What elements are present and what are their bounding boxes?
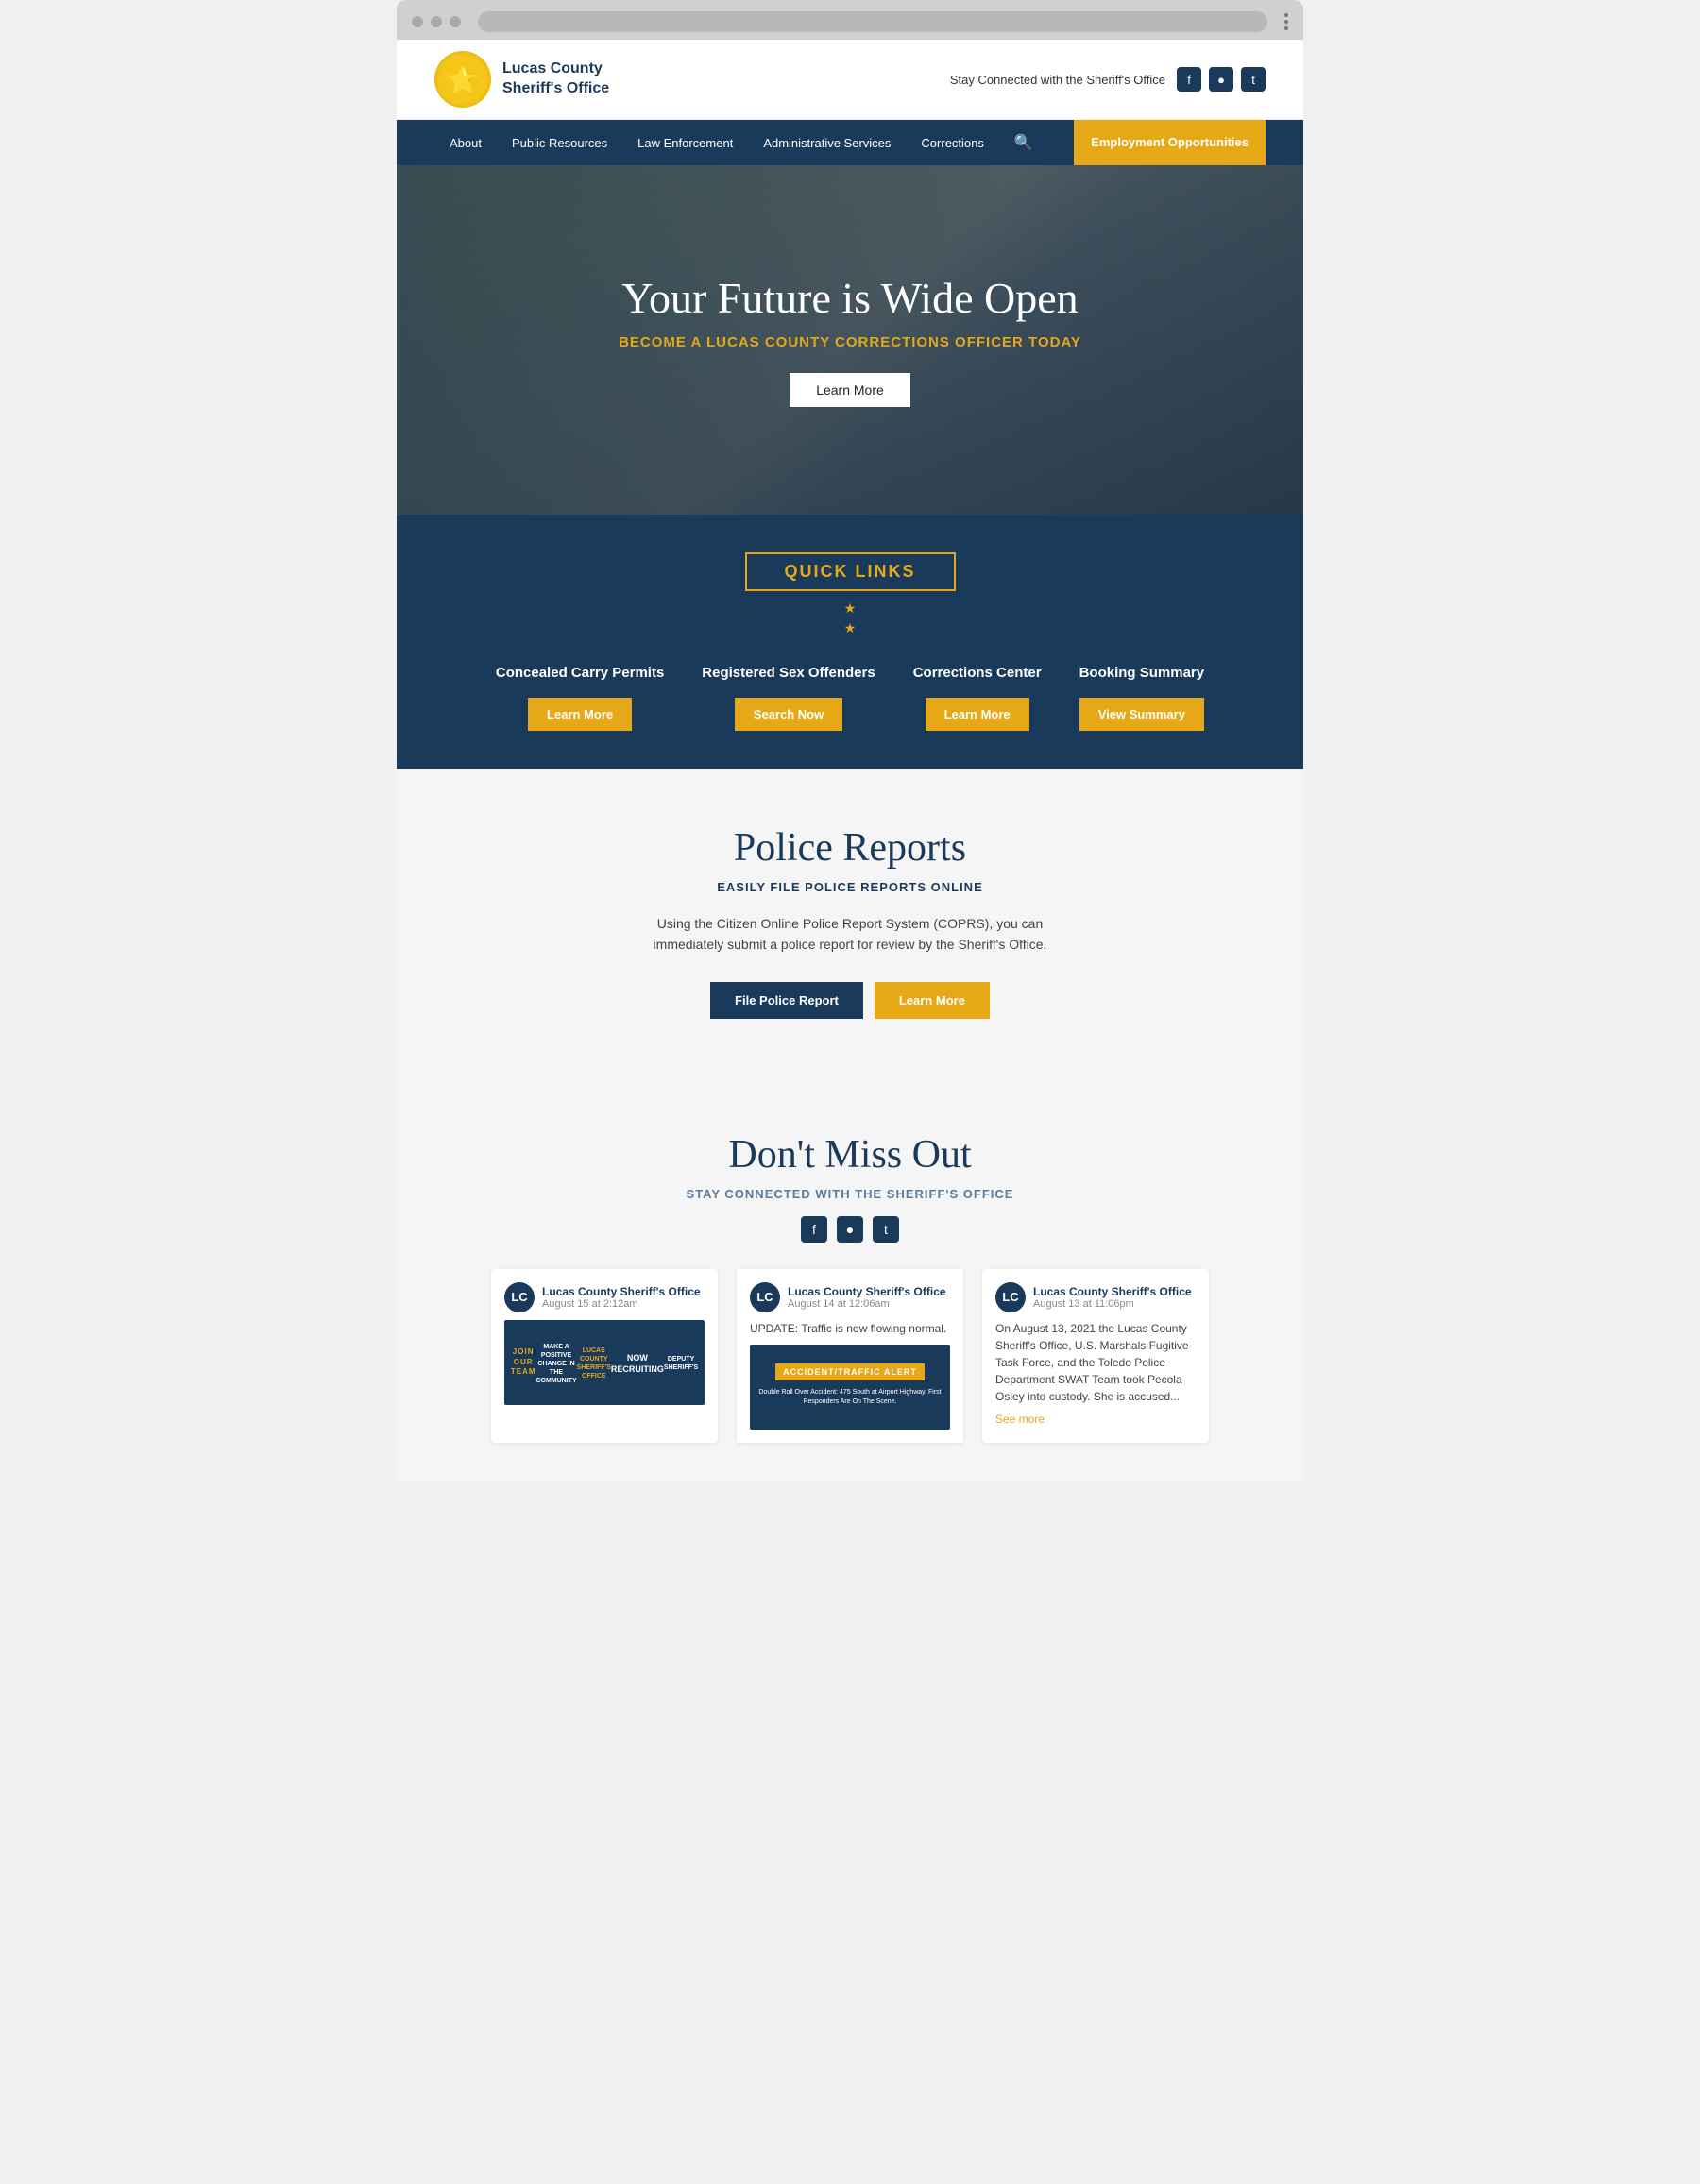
nav-item-public-resources[interactable]: Public Resources	[497, 123, 622, 163]
feed-card-2-header: LC Lucas County Sheriff's Office August …	[750, 1282, 950, 1312]
feed-image-2: ACCIDENT/TRAFFIC ALERT Double Roll Over …	[750, 1345, 950, 1430]
police-reports-buttons: File Police Report Learn More	[434, 982, 1266, 1019]
feed-card-2: LC Lucas County Sheriff's Office August …	[737, 1269, 963, 1443]
feed-avatar-1: LC	[504, 1282, 535, 1312]
feed-text-3: On August 13, 2021 the Lucas County Sher…	[995, 1320, 1196, 1405]
feed-card-1: LC Lucas County Sheriff's Office August …	[491, 1269, 718, 1443]
quick-links-title: QUICK LINKS	[785, 562, 916, 582]
sex-offenders-button[interactable]: Search Now	[735, 698, 842, 731]
employment-opportunities-button[interactable]: Employment Opportunities	[1074, 120, 1266, 165]
accident-text: Double Roll Over Accident: 475 South at …	[750, 1384, 950, 1411]
site-header: ⭐ Lucas County Sheriff's Office Stay Con…	[397, 40, 1303, 120]
feed-meta-3: Lucas County Sheriff's Office August 13 …	[1033, 1285, 1192, 1310]
feed-image-1: JOIN OUR TEAM MAKE A POSITIVE CHANGE IN …	[504, 1320, 705, 1405]
dont-miss-title: Don't Miss Out	[434, 1132, 1266, 1177]
dont-miss-section: Don't Miss Out STAY CONNECTED WITH THE S…	[397, 1075, 1303, 1481]
quick-link-booking-summary: Booking Summary View Summary	[1080, 663, 1205, 731]
quick-link-sex-offenders: Registered Sex Offenders Search Now	[702, 663, 875, 731]
hero-content: Your Future is Wide Open BECOME A LUCAS …	[619, 273, 1081, 407]
browser-chrome	[397, 0, 1303, 40]
address-bar[interactable]	[478, 11, 1267, 32]
booking-summary-label: Booking Summary	[1080, 663, 1205, 683]
quick-links-title-box: QUICK LINKS	[745, 552, 956, 591]
nav-item-corrections[interactable]: Corrections	[906, 123, 998, 163]
nav-item-law-enforcement[interactable]: Law Enforcement	[622, 123, 748, 163]
social-feed: LC Lucas County Sheriff's Office August …	[434, 1269, 1266, 1443]
instagram-icon[interactable]: ●	[1209, 67, 1233, 92]
see-more-link-3[interactable]: See more	[995, 1413, 1196, 1426]
quick-link-concealed-carry: Concealed Carry Permits Learn More	[496, 663, 664, 731]
concealed-carry-label: Concealed Carry Permits	[496, 663, 664, 683]
nav-item-about[interactable]: About	[434, 123, 497, 163]
page: ⭐ Lucas County Sheriff's Office Stay Con…	[397, 40, 1303, 1481]
corrections-center-button[interactable]: Learn More	[926, 698, 1029, 731]
logo-text: Lucas County Sheriff's Office	[502, 59, 609, 99]
feed-name-1: Lucas County Sheriff's Office	[542, 1285, 701, 1298]
hero-section: Your Future is Wide Open BECOME A LUCAS …	[397, 165, 1303, 515]
nav-item-administrative-services[interactable]: Administrative Services	[748, 123, 906, 163]
feed-name-3: Lucas County Sheriff's Office	[1033, 1285, 1192, 1298]
twitter-icon[interactable]: t	[1241, 67, 1266, 92]
file-police-report-button[interactable]: File Police Report	[710, 982, 863, 1019]
feed-avatar-2: LC	[750, 1282, 780, 1312]
police-reports-section: Police Reports EASILY FILE POLICE REPORT…	[397, 769, 1303, 1075]
quick-links-star-bottom: ★	[453, 620, 1247, 636]
feed-date-3: August 13 at 11:06pm	[1033, 1298, 1192, 1310]
search-icon[interactable]: 🔍	[999, 120, 1048, 165]
feed-card-3-header: LC Lucas County Sheriff's Office August …	[995, 1282, 1196, 1312]
police-reports-subtitle: EASILY FILE POLICE REPORTS ONLINE	[434, 880, 1266, 894]
dont-miss-twitter-icon[interactable]: t	[873, 1216, 899, 1243]
booking-summary-button[interactable]: View Summary	[1080, 698, 1204, 731]
browser-dot-3	[450, 16, 461, 27]
feed-meta-1: Lucas County Sheriff's Office August 15 …	[542, 1285, 701, 1310]
quick-link-corrections-center: Corrections Center Learn More	[913, 663, 1042, 731]
header-right: Stay Connected with the Sheriff's Office…	[950, 67, 1266, 92]
sex-offenders-label: Registered Sex Offenders	[702, 663, 875, 683]
feed-date-1: August 15 at 2:12am	[542, 1298, 701, 1310]
hero-subtitle: BECOME A LUCAS COUNTY CORRECTIONS OFFICE…	[619, 334, 1081, 350]
browser-dot-1	[412, 16, 423, 27]
feed-date-2: August 14 at 12:06am	[788, 1298, 946, 1310]
police-reports-description: Using the Citizen Online Police Report S…	[652, 913, 1048, 956]
concealed-carry-button[interactable]: Learn More	[528, 698, 632, 731]
logo-line2: Sheriff's Office	[502, 79, 609, 99]
browser-dot-2	[431, 16, 442, 27]
dont-miss-facebook-icon[interactable]: f	[801, 1216, 827, 1243]
police-reports-title: Police Reports	[434, 825, 1266, 871]
main-nav: About Public Resources Law Enforcement A…	[397, 120, 1303, 165]
hero-learn-more-button[interactable]: Learn More	[790, 373, 910, 407]
nav-items: About Public Resources Law Enforcement A…	[434, 120, 1074, 165]
feed-name-2: Lucas County Sheriff's Office	[788, 1285, 946, 1298]
feed-avatar-3: LC	[995, 1282, 1026, 1312]
sheriff-badge-icon: ⭐	[434, 51, 491, 108]
corrections-center-label: Corrections Center	[913, 663, 1042, 683]
dont-miss-instagram-icon[interactable]: ●	[837, 1216, 863, 1243]
feed-card-1-header: LC Lucas County Sheriff's Office August …	[504, 1282, 705, 1312]
feed-card-3: LC Lucas County Sheriff's Office August …	[982, 1269, 1209, 1443]
quick-links-section: QUICK LINKS ★ ★ Concealed Carry Permits …	[397, 515, 1303, 769]
browser-menu[interactable]	[1284, 13, 1288, 30]
feed-meta-2: Lucas County Sheriff's Office August 14 …	[788, 1285, 946, 1310]
accident-badge: ACCIDENT/TRAFFIC ALERT	[775, 1363, 925, 1380]
logo-area[interactable]: ⭐ Lucas County Sheriff's Office	[434, 51, 609, 108]
hero-title: Your Future is Wide Open	[619, 273, 1081, 323]
dont-miss-social-icons: f ● t	[434, 1216, 1266, 1243]
logo-line1: Lucas County	[502, 59, 609, 79]
social-icons: f ● t	[1177, 67, 1266, 92]
facebook-icon[interactable]: f	[1177, 67, 1201, 92]
dont-miss-subtitle: STAY CONNECTED WITH THE SHERIFF'S OFFICE	[434, 1187, 1266, 1201]
stay-connected-text: Stay Connected with the Sheriff's Office	[950, 73, 1165, 87]
feed-text-2: UPDATE: Traffic is now flowing normal.	[750, 1320, 950, 1337]
quick-links-grid: Concealed Carry Permits Learn More Regis…	[453, 663, 1247, 731]
police-reports-learn-more-button[interactable]: Learn More	[875, 982, 990, 1019]
quick-links-star-top: ★	[453, 601, 1247, 617]
